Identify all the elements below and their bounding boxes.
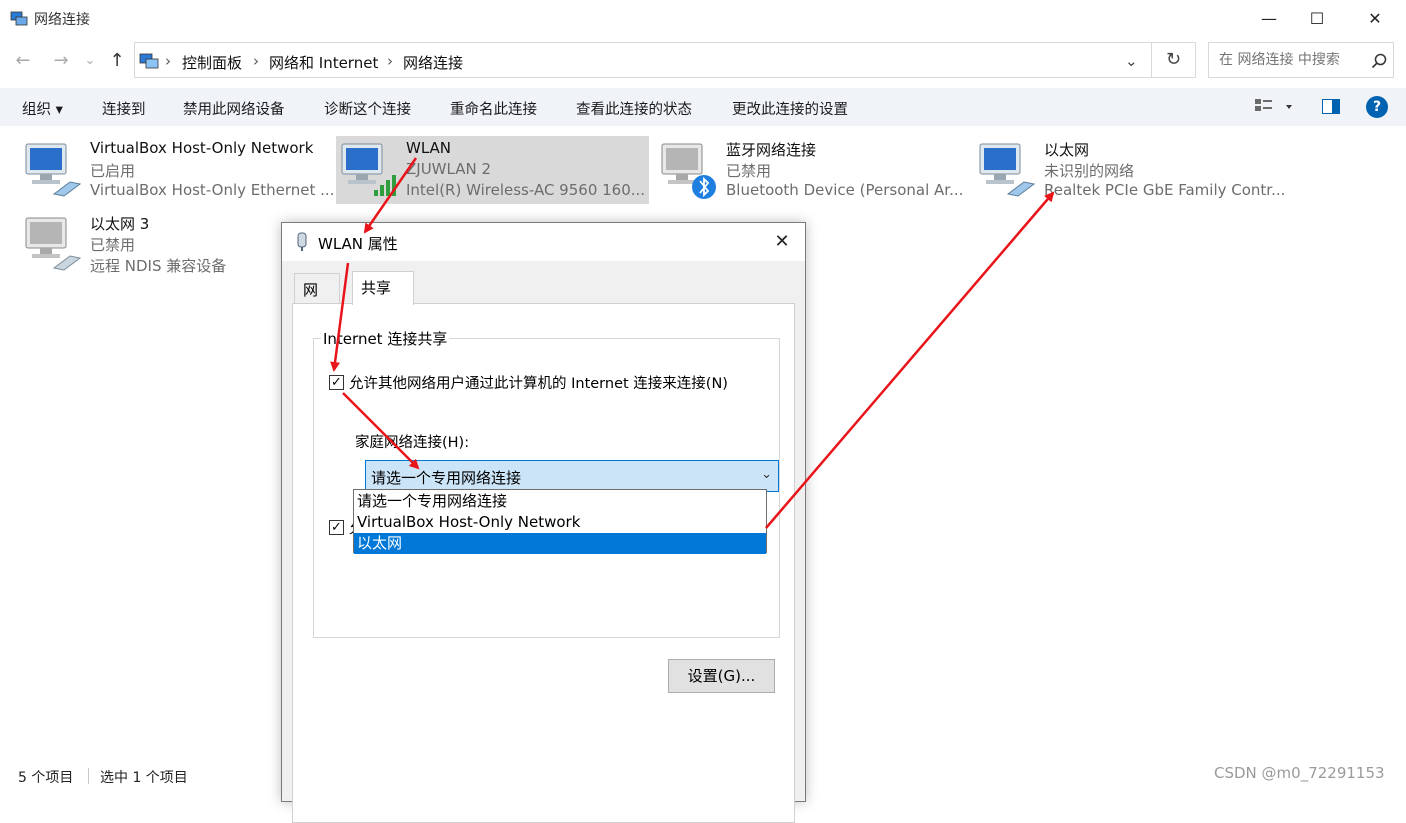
maximize-button[interactable]: ☐ [1294,0,1340,36]
dialog-title: WLAN 属性 [318,235,398,253]
breadcrumb-network-connections[interactable]: 网络连接 [403,52,463,73]
connect-to-button[interactable]: 连接到 [102,98,146,119]
up-button[interactable]: ↑ [104,48,130,74]
tab-sharing[interactable]: 共享 [352,271,414,305]
connection-item-ethernet-3[interactable]: 以太网 3 已禁用 远程 NDIS 兼容设备 [20,210,325,278]
address-history-dropdown[interactable]: ⌄ [1125,52,1138,70]
connection-device: Intel(R) Wireless-AC 9560 160... [406,181,646,199]
dropdown-option-selected[interactable]: 以太网 [354,533,766,554]
connection-name: 蓝牙网络连接 [726,141,817,159]
ethernet-adapter-icon [979,143,1036,197]
network-adapter-icon [297,232,307,251]
rename-button[interactable]: 重命名此连接 [450,98,537,119]
command-bar: 组织 ▾ 连接到 禁用此网络设备 诊断这个连接 重命名此连接 查看此连接的状态 … [0,88,1406,126]
home-network-select[interactable]: 请选一个专用网络连接 ⌄ [365,460,779,492]
connection-name: 以太网 3 [90,215,150,233]
connection-status: ZJUWLAN 2 [406,160,492,178]
watermark: CSDN @m0_72291153 [1214,764,1385,782]
dropdown-option[interactable]: 请选一个专用网络连接 [354,491,766,512]
connection-item-ethernet[interactable]: 以太网 未识别的网络 Realtek PCIe GbE Family Contr… [974,136,1285,204]
window-title: 网络连接 [34,12,90,28]
breadcrumb-control-panel[interactable]: 控制面板 [182,52,242,73]
breadcrumb-separator: › [165,52,171,70]
home-network-dropdown-list: 请选一个专用网络连接 VirtualBox Host-Only Network … [353,489,767,554]
title-bar: 网络连接 — ☐ ✕ [0,0,1406,36]
help-button[interactable]: ? [1366,96,1388,118]
allow-sharing-checkbox[interactable]: ✓ [329,375,344,390]
checkmark-icon: ✓ [331,520,342,535]
status-divider [88,768,89,784]
tab-label: 共享 [361,279,392,297]
checkmark-icon: ✓ [331,375,342,390]
help-icon: ? [1372,99,1382,115]
minimize-icon: — [1261,8,1277,28]
organize-button[interactable]: 组织 ▾ [22,98,63,119]
dropdown-option[interactable]: VirtualBox Host-Only Network [354,512,766,533]
connection-item-wlan[interactable]: WLAN ZJUWLAN 2 Intel(R) Wireless-AC 9560… [336,136,649,204]
close-button[interactable]: ✕ [1352,0,1398,36]
item-count: 5 个项目 [18,770,74,786]
breadcrumb-separator: › [387,52,393,70]
ethernet-adapter-icon [25,217,82,271]
allow-control-checkbox[interactable]: ✓ [329,520,344,535]
connection-device: VirtualBox Host-Only Ethernet ... [90,181,335,199]
ethernet-adapter-icon [25,143,82,197]
maximize-icon: ☐ [1309,8,1325,28]
refresh-icon: ↻ [1165,49,1182,70]
refresh-button[interactable]: ↻ [1152,42,1196,78]
connection-name: WLAN [406,139,452,157]
tab-network[interactable]: 网络 [294,273,340,320]
close-icon: ✕ [774,231,790,252]
connection-status: 已启用 [90,162,136,180]
wifi-adapter-icon [341,143,396,196]
connection-item-bluetooth[interactable]: 蓝牙网络连接 已禁用 Bluetooth Device (Personal Ar… [656,136,964,204]
control-panel-icon [139,53,159,69]
home-network-label: 家庭网络连接(H): [355,435,470,451]
selected-count: 选中 1 个项目 [100,770,188,786]
back-arrow-icon: ← [15,50,31,71]
address-bar[interactable]: › 控制面板 › 网络和 Internet › 网络连接 ⌄ [134,42,1152,78]
disable-device-button[interactable]: 禁用此网络设备 [183,98,285,119]
search-box[interactable] [1208,42,1394,78]
connection-name: VirtualBox Host-Only Network [90,139,314,157]
diagnose-button[interactable]: 诊断这个连接 [324,98,411,119]
sharing-tab-panel: Internet 连接共享 ✓ 允许其他网络用户通过此计算机的 Internet… [292,303,795,823]
connection-device: 远程 NDIS 兼容设备 [90,257,227,275]
view-options-icon[interactable] [1254,98,1294,116]
chevron-down-icon: ⌄ [761,467,772,482]
ics-group-label: Internet 连接共享 [321,328,450,349]
breadcrumb-network-internet[interactable]: 网络和 Internet [269,52,378,73]
forward-arrow-icon: → [53,50,69,71]
dialog-close-button[interactable]: ✕ [762,227,802,257]
settings-button[interactable]: 设置(G)... [668,659,775,693]
preview-pane-icon[interactable] [1322,99,1340,114]
allow-sharing-label: 允许其他网络用户通过此计算机的 Internet 连接来连接(N) [349,376,728,392]
connection-device: Bluetooth Device (Personal Ar... [726,181,964,199]
bluetooth-adapter-icon [661,143,716,199]
annotation-arrow [765,191,1055,529]
recent-locations-button[interactable]: ⌄ [80,48,100,74]
connection-status: 已禁用 [726,162,772,180]
connection-item-virtualbox[interactable]: VirtualBox Host-Only Network 已启用 Virtual… [20,136,334,204]
search-icon [1371,53,1387,69]
up-arrow-icon: ↑ [109,50,125,71]
view-status-button[interactable]: 查看此连接的状态 [576,98,692,119]
search-input[interactable] [1217,51,1371,69]
connection-device: Realtek PCIe GbE Family Contr... [1044,181,1286,199]
dialog-title-bar: WLAN 属性 ✕ [282,223,805,261]
chevron-down-icon: ⌄ [84,53,96,68]
connection-name: 以太网 [1044,141,1090,159]
close-icon: ✕ [1368,8,1382,28]
select-value: 请选一个专用网络连接 [371,469,522,487]
back-button[interactable]: ← [10,48,36,74]
network-connections-icon [10,11,28,26]
minimize-button[interactable]: — [1246,0,1292,36]
connection-status: 未识别的网络 [1044,162,1135,180]
breadcrumb-separator: › [253,52,259,70]
connection-status: 已禁用 [90,236,136,254]
forward-button[interactable]: → [48,48,74,74]
change-settings-button[interactable]: 更改此连接的设置 [732,98,848,119]
